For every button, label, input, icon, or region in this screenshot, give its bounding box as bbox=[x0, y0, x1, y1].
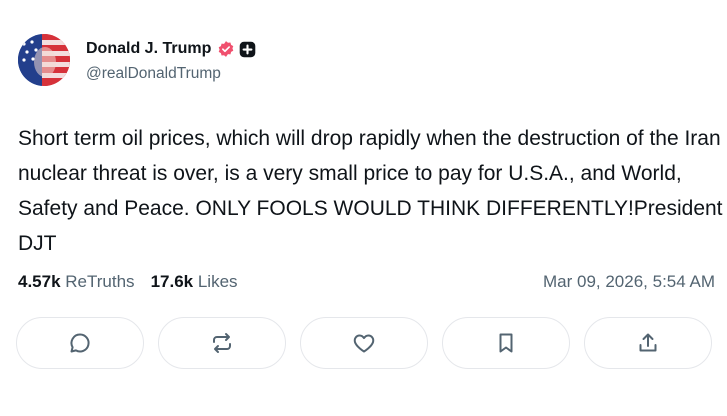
like-icon bbox=[353, 334, 375, 353]
likes-stat[interactable]: 17.6k Likes bbox=[151, 272, 238, 292]
bookmark-button[interactable] bbox=[442, 317, 570, 369]
post-header: Donald J. Trump @realDonaldTrump bbox=[18, 34, 256, 86]
share-icon bbox=[639, 333, 657, 352]
avatar[interactable] bbox=[18, 34, 70, 86]
retruth-button[interactable] bbox=[158, 317, 286, 369]
post-timestamp[interactable]: Mar 09, 2026, 5:54 AM bbox=[543, 272, 715, 292]
retruths-stat[interactable]: 4.57k ReTruths bbox=[18, 272, 135, 292]
retruths-label: ReTruths bbox=[65, 272, 135, 291]
post-stats: 4.57k ReTruths 17.6k Likes bbox=[18, 272, 254, 292]
flag-portrait-avatar-icon bbox=[18, 34, 70, 86]
verified-badge-icon bbox=[219, 41, 234, 57]
post-text: Short term oil prices, which will drop r… bbox=[18, 127, 723, 255]
display-name[interactable]: Donald J. Trump bbox=[86, 40, 211, 58]
reply-icon bbox=[70, 333, 90, 353]
likes-label: Likes bbox=[197, 272, 238, 291]
retruth-icon bbox=[213, 333, 231, 353]
user-handle[interactable]: @realDonaldTrump bbox=[86, 65, 256, 83]
share-button[interactable] bbox=[584, 317, 712, 369]
retruths-count: 4.57k bbox=[18, 272, 61, 291]
reply-button[interactable] bbox=[16, 317, 144, 369]
action-bar bbox=[16, 317, 712, 369]
like-button[interactable] bbox=[300, 317, 428, 369]
likes-count: 17.6k bbox=[150, 272, 194, 291]
bookmark-icon bbox=[499, 333, 513, 353]
plus-badge-icon bbox=[240, 41, 256, 57]
